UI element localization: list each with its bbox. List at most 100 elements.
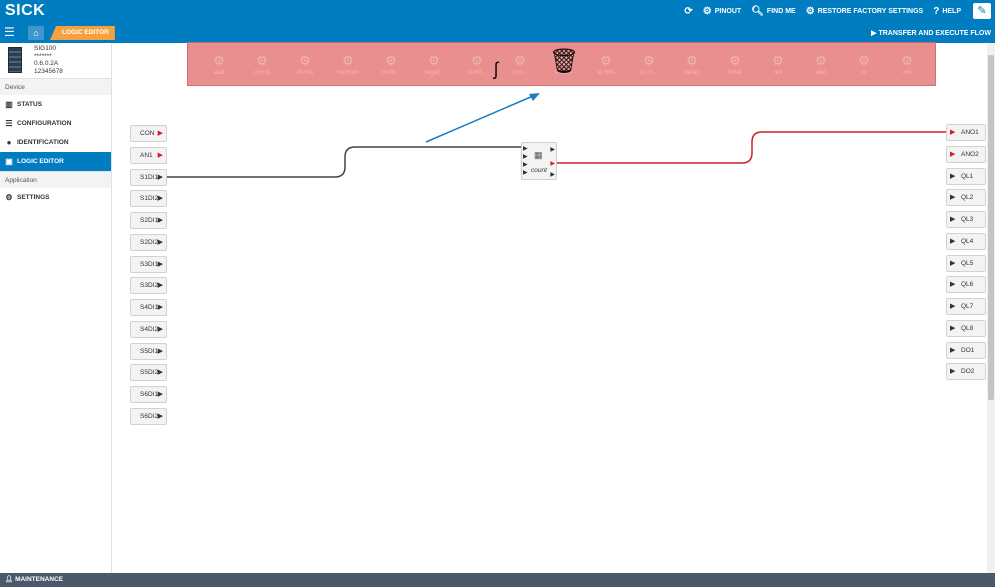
palette-block[interactable]: ⚙ to bits [583,53,629,79]
pin-port-icon[interactable]: ▶ [950,169,955,184]
output-pin[interactable]: ▶ QL5 [946,254,986,272]
palette-block[interactable]: ⚙ timer [712,53,758,79]
logic-canvas[interactable] [112,43,987,573]
pin-label: QL2 [961,194,974,202]
help-button[interactable]: ? HELP [933,6,961,17]
maintenance-bar[interactable]: 👤︎ MAINTENANCE [0,573,995,587]
pin-port-icon[interactable]: ▶ [158,387,163,402]
pin-port-icon[interactable]: ▶ [158,300,163,315]
breadcrumb-logic-editor[interactable]: LOGIC EDITOR [50,26,115,40]
input-pin[interactable]: S3DI2 ▶ [130,277,167,295]
transfer-execute-button[interactable]: ▶ TRANSFER AND EXECUTE FLOW [871,29,991,37]
input-pin[interactable]: S5DI2 ▶ [130,364,167,382]
sidebar-item-logic-editor[interactable]: ▣ LOGIC EDITOR [0,152,111,171]
edit-button[interactable]: ✎ [973,3,991,19]
palette-block[interactable]: ⚙ multi... [368,53,414,79]
home-button[interactable]: ⌂ [28,26,44,40]
output-pin[interactable]: ▶ QL1 [946,167,986,185]
node-input-port[interactable]: ▶ [523,154,528,160]
output-pin[interactable]: ▶ QL8 [946,319,986,337]
input-pin[interactable]: S1DI1 ▶ [130,168,167,186]
pinout-button[interactable]: ⚙ PINOUT [703,6,741,17]
pin-port-icon[interactable]: ▶ [158,365,163,380]
sidebar-item-status[interactable]: ▥ STATUS [0,95,111,114]
palette-block[interactable]: ⚙ count [239,53,285,79]
input-pin[interactable]: S4DI2 ▶ [130,320,167,338]
output-pin[interactable]: ▶ DO1 [946,341,986,359]
palette-block[interactable]: ⚙ divide [282,53,328,79]
input-pin[interactable]: S6DI2 ▶ [130,407,167,425]
input-pin[interactable]: S6DI1 ▶ [130,386,167,403]
palette-block[interactable]: ⚙ to nt... [626,53,672,79]
block-icon: ⚙ [213,53,225,68]
pin-port-icon[interactable]: ▶ [950,190,955,205]
block-icon: ⚙ [256,53,268,68]
input-pin[interactable]: S2DI1 ▶ [130,212,167,229]
pin-port-icon[interactable]: ▶ [158,170,163,185]
block-icon: ⚙ [815,53,827,68]
pin-port-icon[interactable]: ▶ [950,321,955,336]
output-pin[interactable]: ▶ ANO1 [946,124,986,141]
palette-block[interactable]: ⚙ xor [884,53,930,79]
pin-port-icon[interactable]: ▶ [158,257,163,272]
output-pin[interactable]: ▶ QL2 [946,189,986,207]
palette-block[interactable]: ⚙ add [196,53,242,79]
sidebar-item-settings[interactable]: ⚙ SETTINGS [0,188,111,207]
node-input-port[interactable]: ▶ [523,146,528,152]
pin-port-icon[interactable]: ▶ [950,364,955,379]
output-pin[interactable]: ▶ QL6 [946,276,986,294]
block-label: delay [684,69,700,76]
pin-port-icon[interactable]: ▶ [950,343,955,358]
pin-port-icon[interactable]: ▶ [158,409,163,424]
list-icon: ☰ [5,119,13,128]
pin-port-icon[interactable]: ▶ [950,234,955,249]
sidebar-item-identification[interactable]: ● IDENTIFICATION [0,133,111,152]
vertical-scrollbar[interactable] [987,43,995,573]
output-pin[interactable]: ▶ ANO2 [946,145,986,163]
count-node[interactable]: ▶ ▶ ▶ ▶ ▶ ▶ ▶ ▦ count [521,142,557,180]
palette-block[interactable]: ⚙ or [841,53,887,79]
input-pin[interactable]: AN1 ▶ [130,146,167,164]
palette-block[interactable]: ⚙ negat... [411,53,457,79]
output-pin[interactable]: ▶ QL3 [946,211,986,228]
output-pin[interactable]: ▶ QL7 [946,298,986,315]
scroll-thumb[interactable] [988,55,994,400]
pin-port-icon[interactable]: ▶ [950,277,955,292]
input-pin[interactable]: S1DI2 ▶ [130,190,167,208]
menu-button[interactable]: ☰ [4,26,15,38]
palette-block[interactable]: ⚙ com... [497,53,543,79]
pin-port-icon[interactable]: ▶ [158,278,163,293]
refresh-button[interactable]: ⟳ [684,6,692,17]
output-pin[interactable]: ▶ DO2 [946,363,986,381]
node-output-port[interactable]: ▶ [550,147,555,153]
output-pin[interactable]: ▶ QL4 [946,232,986,250]
sidebar-item-configuration[interactable]: ☰ CONFIGURATION [0,114,111,133]
restore-factory-settings-button[interactable]: ⚙ RESTORE FACTORY SETTINGS [806,6,924,17]
pin-port-icon[interactable]: ▶ [950,212,955,227]
palette-block[interactable]: ⚙ not [755,53,801,79]
pin-port-icon[interactable]: ▶ [950,147,955,162]
input-pin[interactable]: S3DI1 ▶ [130,255,167,273]
pin-port-icon[interactable]: ▶ [158,213,163,228]
pin-port-icon[interactable]: ▶ [950,299,955,314]
pin-port-icon[interactable]: ▶ [158,126,163,141]
input-pin[interactable]: S4DI1 ▶ [130,299,167,316]
pin-port-icon[interactable]: ▶ [950,125,955,140]
pin-port-icon[interactable]: ▶ [158,191,163,206]
trash-icon[interactable]: 🗑︎ [549,50,579,74]
input-pin[interactable]: S5DI1 ▶ [130,342,167,360]
gears-icon: ⚙ [5,193,13,202]
input-pin[interactable]: CON ▶ [130,125,167,142]
palette-block[interactable]: ⚙ modulo [325,53,371,79]
pin-label: S2DI1 [140,217,159,224]
pin-port-icon[interactable]: ▶ [158,344,163,359]
palette-block[interactable]: ⚙ and [798,53,844,79]
input-pin[interactable]: S2DI2 ▶ [130,233,167,251]
pin-port-icon[interactable]: ▶ [158,322,163,337]
pin-port-icon[interactable]: ▶ [158,148,163,163]
find-me-button[interactable]: 🔍︎ FIND ME [751,6,795,17]
block-icon: ⚙ [772,53,784,68]
pin-port-icon[interactable]: ▶ [950,256,955,271]
pin-port-icon[interactable]: ▶ [158,235,163,250]
palette-block[interactable]: ⚙ delay [669,53,715,79]
